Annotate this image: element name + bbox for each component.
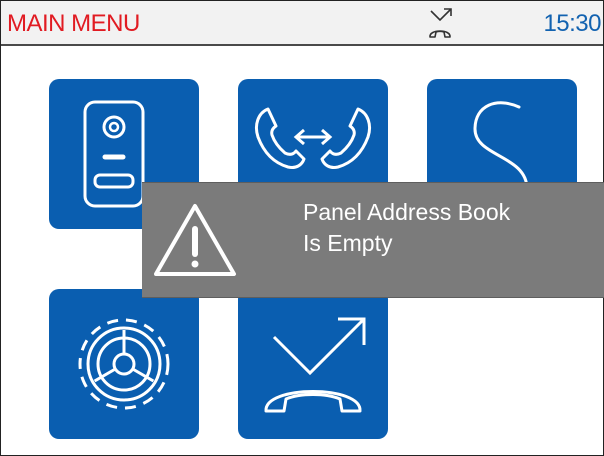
screen: MAIN MENU 15:30 Panel Address Book Is Em… [0, 0, 604, 456]
settings-gear-icon [78, 318, 170, 410]
call-divert-button[interactable] [238, 289, 388, 439]
alert-line-2: Is Empty [303, 230, 393, 256]
header-bar: MAIN MENU 15:30 [1, 1, 603, 46]
alert-message: Panel Address Book Is Empty [303, 197, 510, 259]
clock: 15:30 [543, 10, 601, 37]
call-divert-icon [264, 317, 366, 413]
warning-icon [154, 204, 236, 276]
empty-address-book-alert[interactable]: Panel Address Book Is Empty [142, 182, 604, 298]
page-title: MAIN MENU [7, 10, 140, 37]
settings-button[interactable] [49, 289, 199, 439]
alert-line-1: Panel Address Book [303, 199, 511, 225]
call-forward-icon [429, 8, 452, 38]
